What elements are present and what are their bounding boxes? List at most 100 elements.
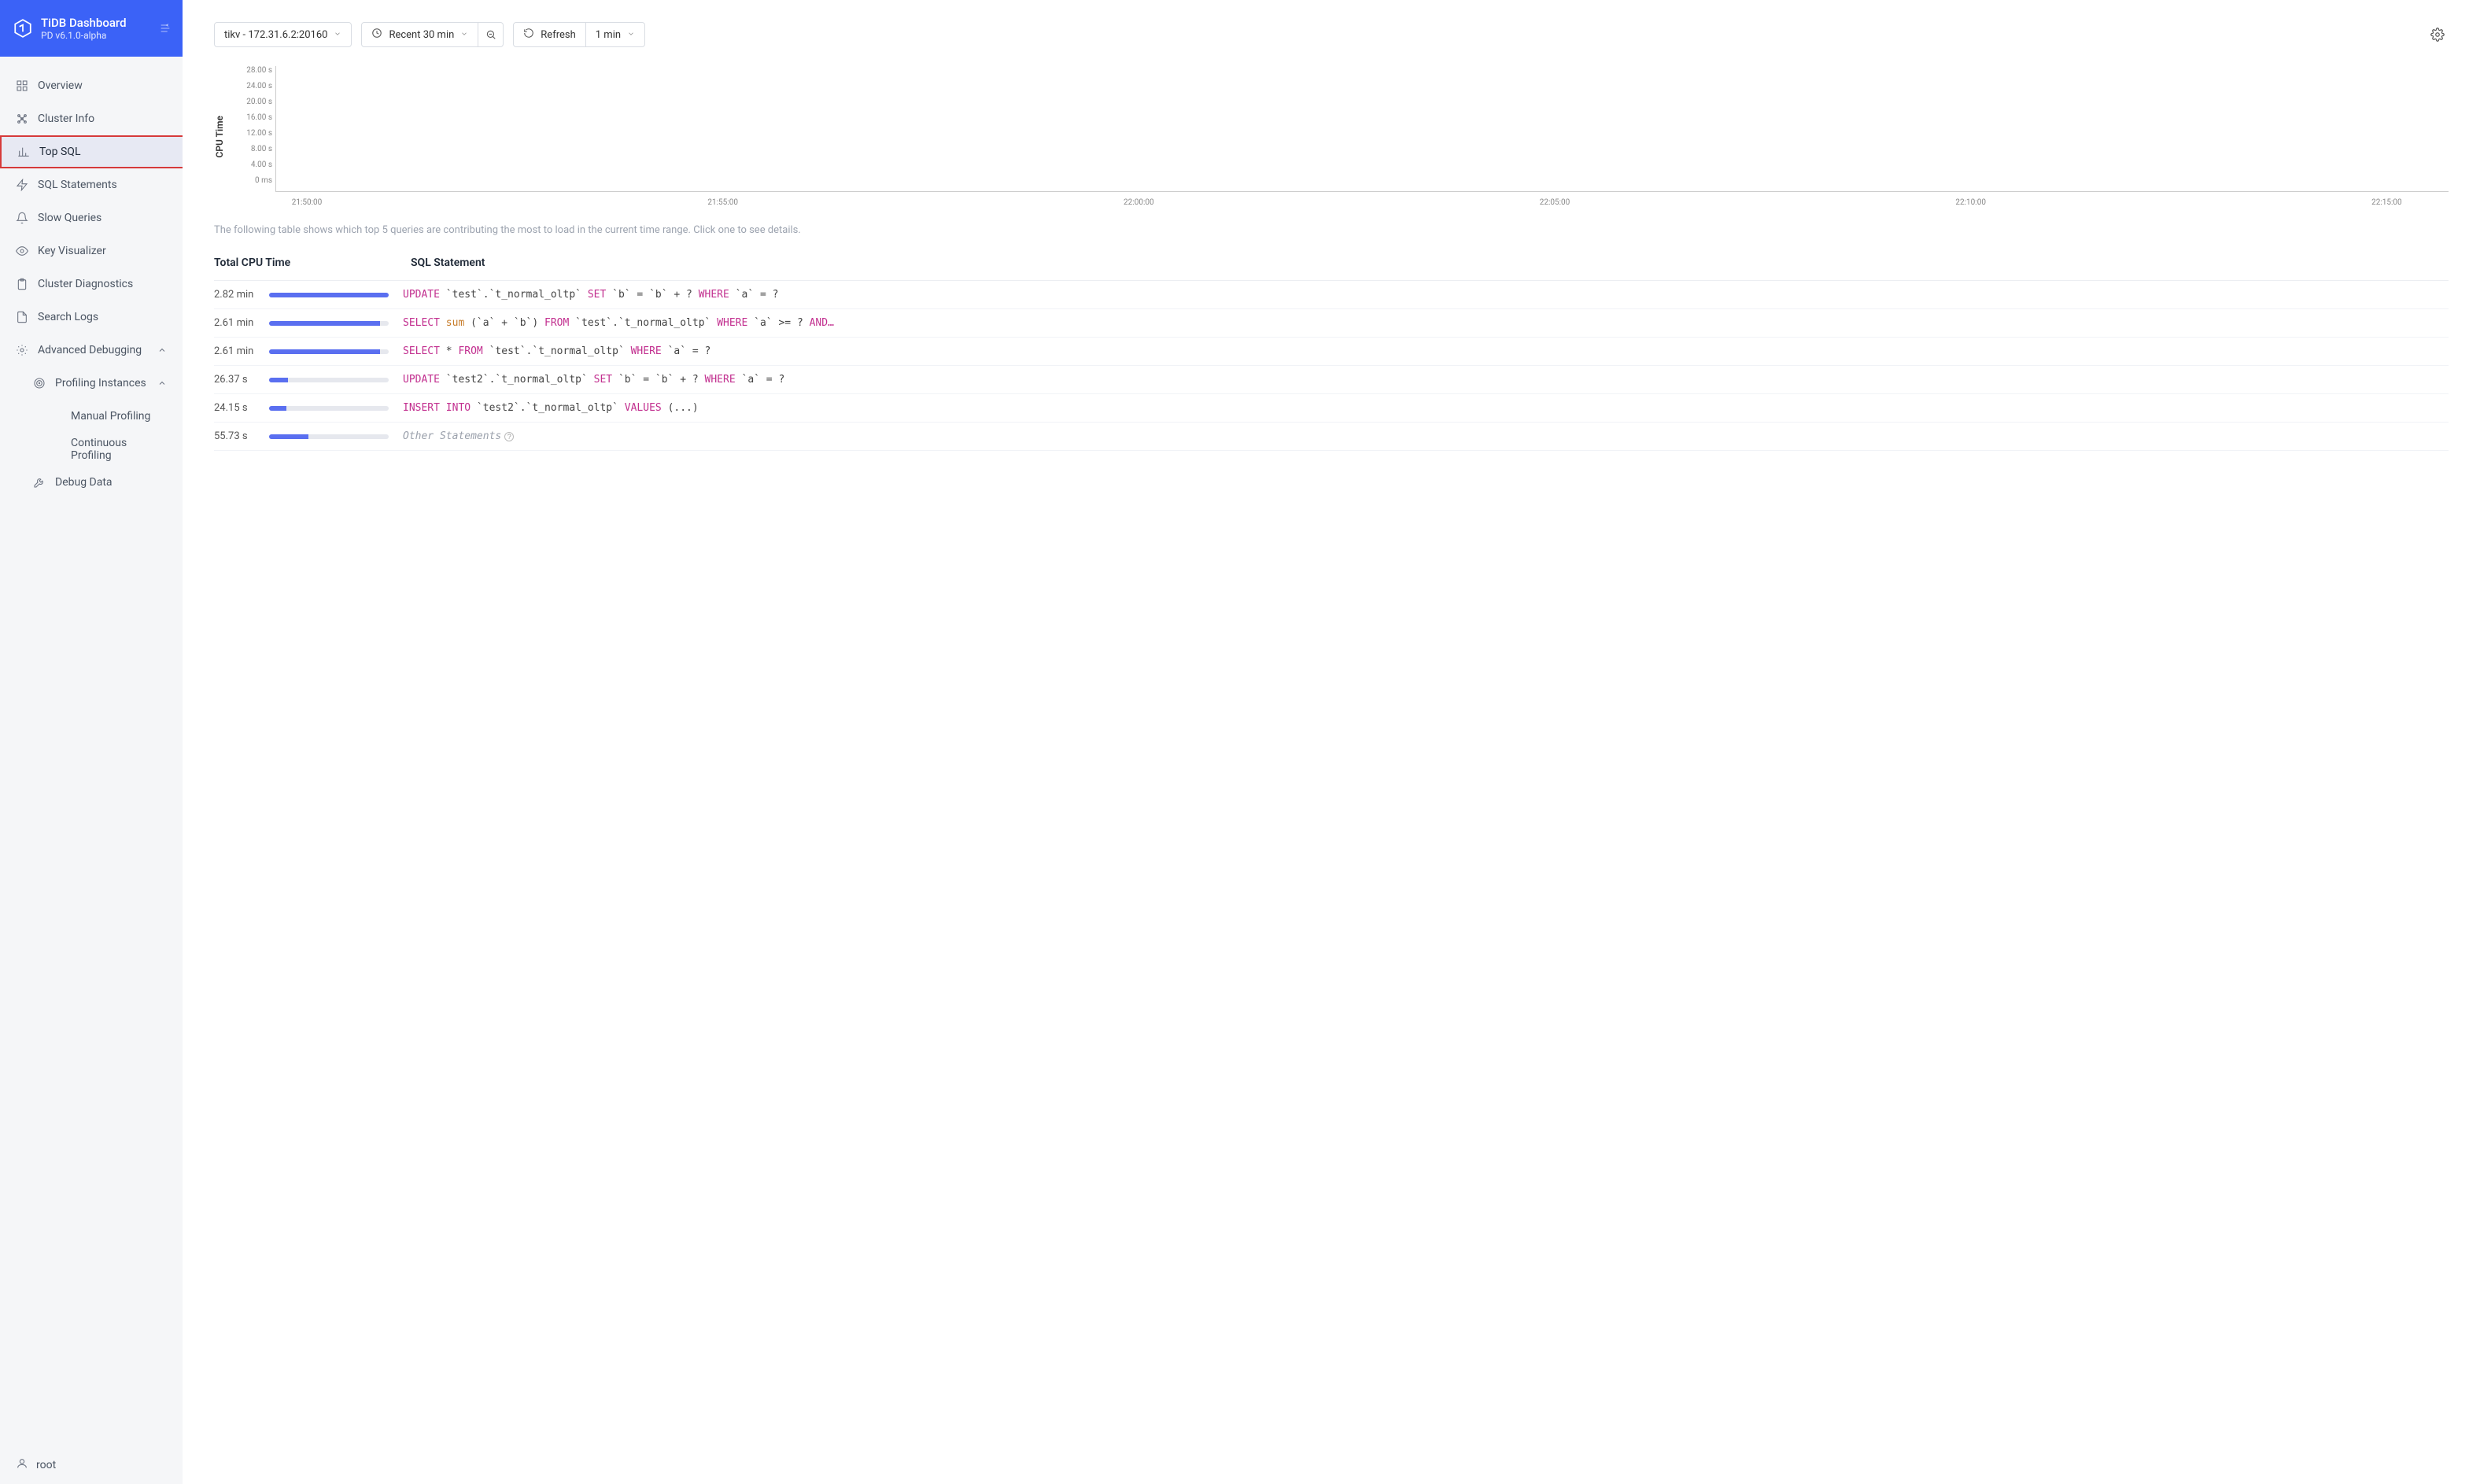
sidebar-item-search-logs[interactable]: Search Logs (0, 301, 183, 334)
gear-icon (16, 344, 28, 356)
x-tick: 22:00:00 (1124, 198, 1154, 207)
sql-cell: UPDATE `test`.`t_normal_oltp` SET `b` = … (403, 289, 2449, 301)
table-row[interactable]: 2.61 minSELECT * FROM `test`.`t_normal_o… (214, 338, 2449, 366)
cpu-time-cell: 2.61 min (214, 345, 269, 357)
sidebar-item-label: Search Logs (38, 311, 167, 323)
y-axis-label: CPU Time (214, 116, 225, 158)
collapse-sidebar-button[interactable] (157, 20, 173, 36)
y-tick: 8.00 s (231, 145, 272, 153)
cpu-time-cell: 26.37 s (214, 374, 269, 386)
cpu-time-cell: 2.61 min (214, 317, 269, 329)
help-icon[interactable]: ? (504, 432, 514, 441)
time-range-group: Recent 30 min (361, 22, 504, 47)
sidebar-item-label: Key Visualizer (38, 245, 167, 257)
x-tick: 21:50:00 (292, 198, 323, 207)
chart-plot (275, 66, 2449, 192)
sidebar-item-slow-queries[interactable]: Slow Queries (0, 201, 183, 234)
settings-button[interactable] (2426, 24, 2449, 46)
cpu-time-cell: 24.15 s (214, 402, 269, 414)
y-tick: 28.00 s (231, 66, 272, 75)
sidebar: TiDB Dashboard PD v6.1.0-alpha Overview C… (0, 0, 183, 1484)
app-title: TiDB Dashboard (41, 16, 127, 30)
sidebar-item-label: Cluster Info (38, 113, 167, 125)
chevron-up-icon (157, 345, 167, 355)
eye-icon (16, 245, 28, 257)
sidebar-item-profiling-instances[interactable]: Profiling Instances (0, 367, 183, 400)
sidebar-item-label: Advanced Debugging (38, 344, 148, 356)
col-header-sql: SQL Statement (411, 257, 2449, 269)
chevron-down-icon (627, 29, 635, 41)
sidebar-item-debug-data[interactable]: Debug Data (0, 466, 183, 499)
cpu-time-cell: 2.82 min (214, 289, 269, 301)
table-row[interactable]: 55.73 sOther Statements? (214, 423, 2449, 451)
sidebar-user[interactable]: root (0, 1445, 183, 1484)
table-header: Total CPU Time SQL Statement (214, 245, 2449, 281)
time-range-select[interactable]: Recent 30 min (361, 22, 478, 47)
nav: Overview Cluster Info Top SQL SQL Statement… (0, 57, 183, 1445)
bar-chart-icon (17, 146, 30, 158)
sidebar-item-label: Profiling Instances (55, 377, 148, 389)
target-icon (33, 377, 46, 389)
x-tick: 21:55:00 (707, 198, 738, 207)
chevron-down-icon (460, 29, 468, 41)
sidebar-item-continuous-profiling[interactable]: Continuous Profiling (0, 433, 183, 466)
cpu-bar-cell (269, 321, 403, 326)
sidebar-item-overview[interactable]: Overview (0, 69, 183, 102)
table-row[interactable]: 24.15 s INSERT INTO `test2`.`t_normal_olt… (214, 394, 2449, 423)
sql-cell: INSERT INTO `test2`.`t_normal_oltp` VALU… (403, 402, 2449, 414)
bell-icon (16, 212, 28, 224)
table-row[interactable]: 26.37 sUPDATE `test2`.`t_normal_oltp` SE… (214, 366, 2449, 394)
cluster-icon (16, 113, 28, 125)
instance-select[interactable]: tikv - 172.31.6.2:20160 (214, 22, 352, 47)
sidebar-item-label: Cluster Diagnostics (38, 278, 167, 290)
main: tikv - 172.31.6.2:20160 Recent 30 min Re… (183, 0, 2480, 1484)
sidebar-item-label: Continuous Profiling (71, 437, 167, 462)
y-tick: 20.00 s (231, 98, 272, 106)
document-icon (16, 311, 28, 323)
cpu-bar-cell (269, 406, 403, 411)
cpu-bar-cell (269, 378, 403, 382)
chevron-up-icon (157, 378, 167, 388)
sidebar-item-top-sql[interactable]: Top SQL (0, 135, 183, 168)
x-tick: 22:15:00 (2371, 198, 2402, 207)
x-axis-ticks: 21:50:0021:55:0022:00:0022:05:0022:10:00… (275, 198, 2449, 207)
refresh-interval-label: 1 min (596, 29, 621, 41)
table-row[interactable]: 2.61 minSELECT sum (`a` + `b`) FROM `tes… (214, 309, 2449, 338)
sidebar-item-cluster-diagnostics[interactable]: Cluster Diagnostics (0, 268, 183, 301)
user-icon (16, 1457, 28, 1473)
cpu-time-chart[interactable]: CPU Time 28.00 s24.00 s20.00 s16.00 s12.… (214, 66, 2449, 207)
info-text: The following table shows which top 5 qu… (214, 224, 2449, 236)
sidebar-item-manual-profiling[interactable]: Manual Profiling (0, 400, 183, 433)
refresh-interval-select[interactable]: 1 min (586, 22, 645, 47)
sidebar-item-label: Manual Profiling (71, 410, 167, 423)
sidebar-item-label: SQL Statements (38, 179, 167, 191)
sidebar-item-key-visualizer[interactable]: Key Visualizer (0, 234, 183, 268)
time-range-label: Recent 30 min (389, 29, 454, 41)
y-tick: 4.00 s (231, 161, 272, 169)
y-tick: 24.00 s (231, 82, 272, 90)
app-logo-icon (13, 18, 33, 39)
cpu-bar-cell (269, 434, 403, 439)
sidebar-item-label: Debug Data (55, 476, 167, 489)
chevron-down-icon (334, 29, 341, 41)
top-sql-table: Total CPU Time SQL Statement 2.82 min UPD… (214, 245, 2449, 451)
lightning-icon (16, 179, 28, 191)
x-tick: 22:05:00 (1540, 198, 1570, 207)
sidebar-item-label: Top SQL (39, 146, 167, 158)
zoom-out-button[interactable] (478, 22, 504, 47)
app-subtitle: PD v6.1.0-alpha (41, 30, 127, 41)
toolbar: tikv - 172.31.6.2:20160 Recent 30 min Re… (214, 22, 2449, 47)
y-tick: 0 ms (231, 176, 272, 185)
refresh-button[interactable]: Refresh (513, 22, 585, 47)
clipboard-icon (16, 278, 28, 290)
table-row[interactable]: 2.82 min UPDATE `test`.`t_normal_oltp` SE… (214, 281, 2449, 309)
instance-select-label: tikv - 172.31.6.2:20160 (224, 29, 327, 41)
clock-icon (371, 28, 382, 42)
sidebar-header: TiDB Dashboard PD v6.1.0-alpha (0, 0, 183, 57)
sidebar-item-advanced-debugging[interactable]: Advanced Debugging (0, 334, 183, 367)
sidebar-item-label: Overview (38, 79, 167, 92)
sidebar-item-sql-statements[interactable]: SQL Statements (0, 168, 183, 201)
sidebar-item-cluster-info[interactable]: Cluster Info (0, 102, 183, 135)
cpu-time-cell: 55.73 s (214, 430, 269, 442)
cpu-bar-cell (269, 293, 403, 297)
